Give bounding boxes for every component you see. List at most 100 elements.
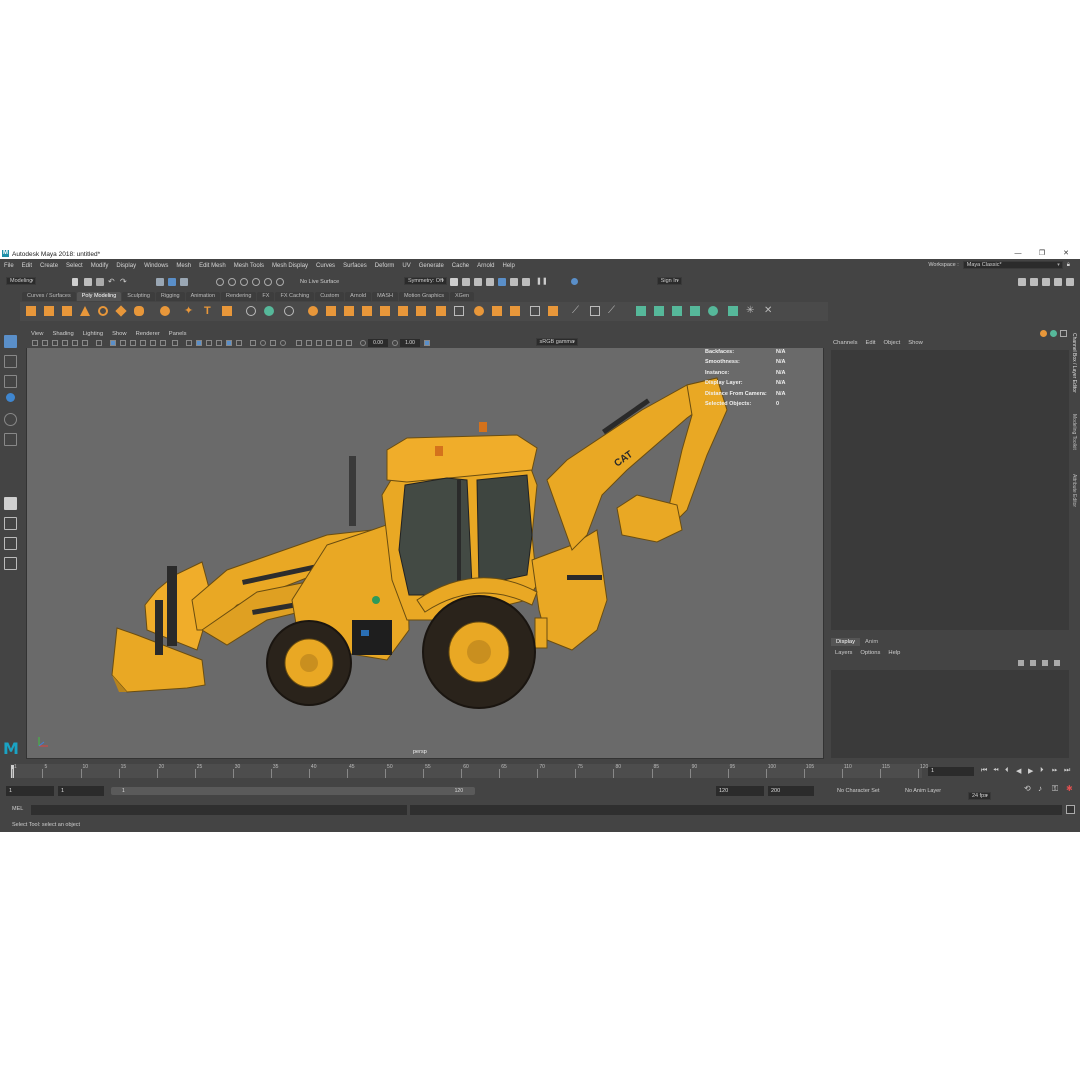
- make-live-icon[interactable]: [276, 278, 284, 286]
- layer-menu-options[interactable]: Options: [860, 650, 880, 656]
- pause-viewport-icon[interactable]: ❚❚: [536, 278, 548, 286]
- poly-disc-icon[interactable]: [134, 306, 144, 316]
- character-set-selector[interactable]: No Character Set: [837, 788, 880, 794]
- menu-deform[interactable]: Deform: [375, 263, 395, 269]
- close-button[interactable]: ✕: [1054, 249, 1078, 259]
- menu-generate[interactable]: Generate: [419, 263, 444, 269]
- two-d-pan-zoom-icon[interactable]: [72, 340, 78, 346]
- platonic-solid-icon[interactable]: [160, 306, 170, 316]
- safe-title-icon[interactable]: [160, 340, 166, 346]
- script-editor-icon[interactable]: [1066, 805, 1075, 814]
- cylindrical-map-icon[interactable]: [672, 306, 682, 316]
- extract-icon[interactable]: [326, 306, 336, 316]
- poly-cube-icon[interactable]: [44, 306, 54, 316]
- poly-sphere-icon[interactable]: [26, 306, 36, 316]
- go-to-start-icon[interactable]: ⏮︎: [981, 767, 987, 775]
- animation-preferences-icon[interactable]: ✱: [1066, 784, 1073, 793]
- svg-icon[interactable]: [222, 306, 232, 316]
- tool-settings-toggle-icon[interactable]: [1042, 278, 1050, 286]
- backface-culling-icon[interactable]: [336, 340, 342, 346]
- light-editor-icon[interactable]: [522, 278, 530, 286]
- rotate-tool-icon[interactable]: [4, 413, 17, 426]
- menu-mesh-display[interactable]: Mesh Display: [272, 263, 308, 269]
- redo-icon[interactable]: ↷: [120, 278, 128, 286]
- retopologize-icon[interactable]: [398, 306, 408, 316]
- render-view-icon[interactable]: [450, 278, 458, 286]
- bevel-icon[interactable]: [474, 306, 484, 316]
- step-back-key-icon[interactable]: ⏴︎: [1005, 767, 1009, 775]
- play-forwards-icon[interactable]: ▶: [1028, 767, 1033, 775]
- fill-hole-icon[interactable]: [416, 306, 426, 316]
- menu-uv[interactable]: UV: [402, 263, 410, 269]
- default-lighting-icon[interactable]: [196, 340, 202, 346]
- extrude-icon[interactable]: [436, 306, 446, 316]
- shelf-tab-animation[interactable]: Animation: [185, 292, 221, 301]
- uv-layout-icon[interactable]: [728, 306, 738, 316]
- poly-type-icon[interactable]: T: [204, 306, 214, 317]
- side-tab-attribute-editor[interactable]: Attribute Editor: [1071, 474, 1077, 507]
- wireframe-icon[interactable]: [172, 340, 178, 346]
- textured-icon[interactable]: [216, 340, 222, 346]
- channel-box-menu-show[interactable]: Show: [908, 340, 923, 346]
- command-input[interactable]: [31, 805, 407, 815]
- move-layer-up-icon[interactable]: [1018, 660, 1024, 666]
- channel-box-menu-channels[interactable]: Channels: [833, 340, 858, 346]
- menu-mesh[interactable]: Mesh: [176, 263, 191, 269]
- boolean-icon[interactable]: [308, 306, 318, 316]
- exposure-icon[interactable]: [360, 340, 366, 346]
- open-scene-icon[interactable]: [84, 278, 92, 286]
- motion-blur-icon[interactable]: [260, 340, 266, 346]
- xray-joints-icon[interactable]: [326, 340, 332, 346]
- modeling-toolkit-toggle-icon[interactable]: [1018, 278, 1026, 286]
- grid-icon[interactable]: [96, 340, 102, 346]
- menu-windows[interactable]: Windows: [144, 263, 168, 269]
- gamma-icon[interactable]: [392, 340, 398, 346]
- combine-icon[interactable]: [246, 306, 256, 316]
- snap-projected-center-icon[interactable]: [252, 278, 260, 286]
- film-gate-icon[interactable]: [110, 340, 116, 346]
- field-chart-icon[interactable]: [140, 340, 146, 346]
- side-tab-modeling-toolkit[interactable]: Modeling Toolkit: [1071, 414, 1077, 450]
- new-layer-from-selected-icon[interactable]: [1054, 660, 1060, 666]
- resolution-gate-icon[interactable]: [120, 340, 126, 346]
- live-surface-label[interactable]: No Live Surface: [300, 279, 339, 285]
- anim-layer-selector[interactable]: No Anim Layer: [905, 788, 941, 794]
- merge-icon[interactable]: [510, 306, 520, 316]
- menu-surfaces[interactable]: Surfaces: [343, 263, 367, 269]
- wireframe-on-shaded-icon[interactable]: [206, 340, 212, 346]
- poly-cylinder-icon[interactable]: [62, 306, 72, 316]
- attribute-editor-toggle-icon[interactable]: [1030, 278, 1038, 286]
- render-current-frame-icon[interactable]: [462, 278, 470, 286]
- shelf-tab-arnold[interactable]: Arnold: [345, 292, 372, 301]
- range-slider-bar[interactable]: 1 120: [111, 787, 475, 795]
- step-forward-frame-icon[interactable]: ⏩︎: [1052, 767, 1058, 775]
- super-shape-icon[interactable]: ✦: [184, 306, 194, 317]
- poke-icon[interactable]: [548, 306, 558, 316]
- menu-set-dropdown[interactable]: Modeling: [6, 277, 37, 285]
- poly-torus-icon[interactable]: [98, 306, 108, 316]
- maximize-button[interactable]: ❐: [1030, 249, 1054, 259]
- select-by-object-icon[interactable]: [168, 278, 176, 286]
- uv-editor-icon[interactable]: [636, 306, 646, 316]
- loop-icon[interactable]: ⟲: [1024, 784, 1031, 793]
- ipr-render-icon[interactable]: [474, 278, 482, 286]
- viewport-menu-shading[interactable]: Shading: [52, 331, 73, 337]
- menu-display[interactable]: Display: [116, 263, 136, 269]
- remesh-icon[interactable]: [380, 306, 390, 316]
- channel-box-settings-icon[interactable]: [1040, 330, 1047, 337]
- use-all-lights-icon[interactable]: [226, 340, 232, 346]
- animation-end-field[interactable]: 200: [768, 786, 814, 796]
- menu-modify[interactable]: Modify: [91, 263, 109, 269]
- soften-edge-icon[interactable]: ✳: [746, 306, 756, 316]
- shelf-tab-rigging[interactable]: Rigging: [155, 292, 185, 301]
- screen-space-ao-icon[interactable]: [250, 340, 256, 346]
- outliner-layout-icon[interactable]: [4, 557, 17, 570]
- menu-curves[interactable]: Curves: [316, 263, 335, 269]
- menu-cache[interactable]: Cache: [452, 263, 469, 269]
- bridge-icon[interactable]: [454, 306, 464, 316]
- exposure-field[interactable]: 0.00: [368, 339, 388, 347]
- depth-of-field-icon[interactable]: [280, 340, 286, 346]
- save-scene-icon[interactable]: [96, 278, 104, 286]
- select-by-component-icon[interactable]: [180, 278, 188, 286]
- paint-select-tool-icon[interactable]: [4, 375, 17, 388]
